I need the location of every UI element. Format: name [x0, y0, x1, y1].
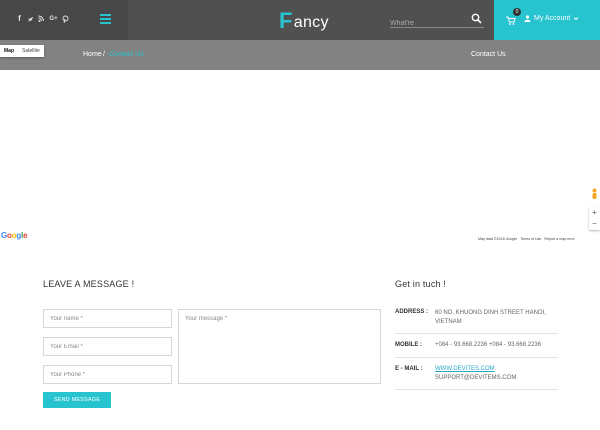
svg-text:Old Milton Pkwy: Old Milton Pkwy: [223, 160, 261, 166]
svg-text:Zaxby's Chicken Fingers: Zaxby's Chicken Fingers: [312, 204, 369, 210]
name-input[interactable]: [43, 309, 172, 328]
zoom-out-button[interactable]: −: [589, 218, 600, 229]
header-left-panel: f G+: [0, 0, 128, 40]
svg-text:Milton Ave: Milton Ave: [370, 90, 394, 96]
support-email[interactable]: SUPPORT@DEVITEMS.COM: [435, 374, 559, 383]
address-row: ADDRESS : 60 NO. KHUONG DINH STREET HANO…: [395, 304, 558, 334]
twitter-icon[interactable]: [27, 14, 34, 24]
website-link[interactable]: WWW.DEVITES.COM: [435, 365, 559, 374]
address-line-1: 60 NO. KHUONG DINH STREET HANOI,: [435, 310, 546, 316]
email-value: WWW.DEVITES.COM SUPPORT@DEVITEMS.COM: [435, 365, 559, 383]
page-title: Contact Us: [471, 51, 506, 58]
rss-icon[interactable]: [38, 14, 45, 24]
account-label: My Account: [534, 15, 571, 22]
svg-text:Baptist Church: Baptist Church: [504, 84, 538, 90]
message-textarea[interactable]: [178, 309, 381, 384]
social-links: f G+: [16, 14, 69, 24]
site-logo[interactable]: Fancy: [279, 8, 329, 33]
street-view-pegman-icon[interactable]: [591, 188, 598, 202]
svg-text:Marietta St: Marietta St: [409, 166, 435, 172]
address-line-2: VIETNAM: [435, 319, 462, 325]
cart-button[interactable]: 0: [505, 8, 521, 25]
map-data-text: Map data ©2018 Google: [478, 237, 518, 241]
svg-text:Wills Park: Wills Park: [155, 204, 178, 210]
svg-text:Milton Ave: Milton Ave: [232, 72, 256, 78]
phone-input[interactable]: [43, 365, 172, 384]
svg-text:Saddle Road: Saddle Road: [42, 173, 72, 179]
terms-link[interactable]: Terms of Use: [520, 237, 541, 241]
svg-text:Hidden Al: Hidden Al: [366, 147, 388, 153]
svg-text:Publix Super: Publix Super: [483, 154, 513, 160]
location-pin[interactable]: [290, 107, 308, 134]
svg-text:Rucker Rd: Rucker Rd: [86, 162, 111, 168]
svg-text:Academy St: Academy St: [495, 94, 524, 100]
zoom-in-button[interactable]: +: [589, 207, 600, 218]
address-label: ADDRESS :: [395, 309, 429, 315]
svg-text:Smokejack BBQ: Smokejack BBQ: [447, 114, 485, 120]
svg-text:Arrowood Ct: Arrowood Ct: [33, 202, 62, 208]
mobile-row: MOBILE : +084 - 93.668.2236 +084 - 93.66…: [395, 336, 558, 358]
svg-text:Pure Taqueria: Pure Taqueria: [345, 171, 377, 177]
email-label: E - MAIL :: [395, 366, 423, 372]
breadcrumb-bar: Home / Contact Us Contact Us: [0, 40, 600, 70]
search-input[interactable]: [390, 16, 460, 31]
svg-text:Old Milton Pkwy: Old Milton Pkwy: [125, 162, 163, 168]
send-message-button[interactable]: SEND MESSAGE: [43, 392, 111, 408]
map-type-control: Map Satellite: [0, 45, 44, 57]
mobile-label: MOBILE :: [395, 342, 422, 348]
svg-text:& Buffalo Wings: & Buffalo Wings: [320, 211, 357, 217]
pinterest-icon[interactable]: [62, 14, 69, 24]
email-input[interactable]: [43, 337, 172, 356]
breadcrumb-current: Contact Us: [109, 51, 144, 58]
address-value: 60 NO. KHUONG DINH STREET HANOI, VIETNAM: [435, 309, 559, 327]
cart-icon: [506, 16, 516, 25]
contact-info-title: Get in tuch !: [395, 279, 447, 289]
cart-count-badge: 0: [513, 8, 521, 16]
mobile-value: +084 - 93.668.2236 +084 - 93.668.2236: [435, 342, 542, 348]
account-menu[interactable]: My Account: [524, 15, 579, 22]
svg-text:Alpharetta First: Alpharetta First: [500, 78, 536, 84]
svg-text:Market at Alpharetta: Market at Alpharetta: [483, 160, 530, 166]
svg-text:Old Milton Pkwy: Old Milton Pkwy: [329, 164, 366, 185]
svg-text:Old Milton Pkwy: Old Milton Pkwy: [174, 160, 212, 166]
map-type-map-button[interactable]: Map: [0, 45, 18, 57]
logo-text: ancy: [293, 14, 329, 31]
search-box: [390, 12, 484, 31]
message-form-title: LEAVE A MESSAGE !: [43, 279, 135, 289]
google-plus-icon[interactable]: G+: [49, 14, 58, 24]
search-icon[interactable]: [471, 13, 482, 24]
svg-text:US Post Office: US Post Office: [525, 205, 559, 211]
chevron-down-icon: [573, 17, 579, 21]
svg-text:Thompson St: Thompson St: [534, 184, 565, 190]
svg-text:S Main St: S Main St: [395, 175, 409, 199]
map-attribution: Map data ©2018 Google Terms of Use Repor…: [478, 237, 575, 241]
svg-text:Starbucks: Starbucks: [423, 225, 446, 231]
svg-text:Park Plaza: Park Plaza: [468, 144, 480, 170]
google-map[interactable]: Milton Ave Independence High School Alph…: [0, 40, 600, 242]
svg-text:The American Legion: The American Legion: [31, 114, 80, 120]
map-type-satellite-button[interactable]: Satellite: [18, 45, 44, 57]
facebook-icon[interactable]: f: [16, 14, 23, 24]
email-row: E - MAIL : WWW.DEVITES.COM SUPPORT@DEVIT…: [395, 360, 558, 390]
site-header: f G+ Fancy 0: [0, 0, 600, 40]
user-icon: [524, 15, 531, 22]
svg-text:Wills Rd: Wills Rd: [108, 168, 119, 188]
google-logo: Google: [1, 231, 28, 240]
svg-text:Veterans Field: Veterans Field: [89, 134, 122, 140]
breadcrumb-home-link[interactable]: Home: [83, 51, 102, 58]
report-error-link[interactable]: Report a map error: [544, 237, 574, 241]
hamburger-menu-icon[interactable]: [100, 14, 111, 24]
logo-letter: F: [279, 8, 293, 33]
breadcrumb-separator: /: [103, 51, 105, 58]
zoom-control: + −: [589, 207, 600, 230]
